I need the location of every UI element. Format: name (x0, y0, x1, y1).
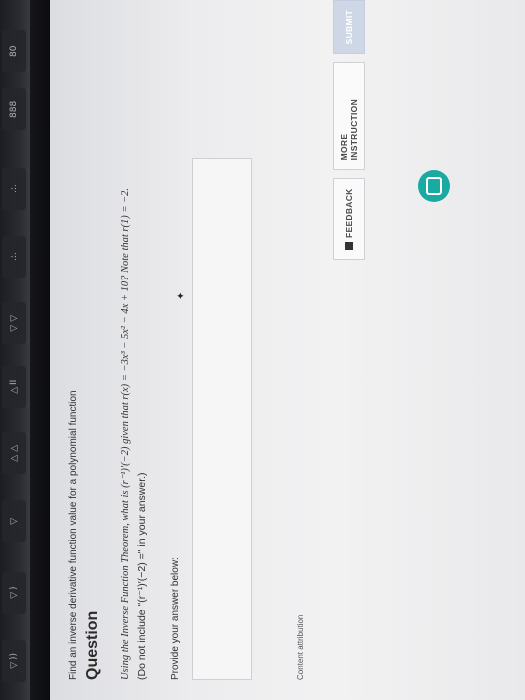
function-key: 888 (2, 88, 26, 130)
laptop-keyboard: 80 888 .:. .:. ◁◁ ▷II ▷▷ ◁ ◁) ◁)) (0, 0, 30, 700)
question-text: Using the Inverse Function Theorem, what… (118, 0, 150, 680)
function-key: ◁◁ (2, 302, 26, 344)
more-instruction-label: MORE INSTRUCTION (339, 98, 359, 161)
breadcrumb: Find an inverse derivative function valu… (68, 390, 79, 680)
function-key: .:. (2, 236, 26, 278)
more-instruction-button[interactable]: MORE INSTRUCTION (333, 62, 365, 171)
answer-prompt: Provide your answer below: (170, 557, 181, 680)
function-key: ◁ (2, 500, 26, 542)
chat-icon (426, 177, 442, 195)
feedback-button[interactable]: FEEDBACK (333, 178, 365, 260)
mouse-pointer-icon: ✦ (176, 291, 187, 300)
submit-label: SUBMIT (344, 10, 354, 45)
chat-bubble-icon[interactable] (418, 170, 450, 202)
question-note: (Do not include "(r⁻¹)′(−2) =" in your a… (136, 472, 148, 680)
function-key: ▷II (2, 366, 26, 408)
function-key: ▷▷ (2, 432, 26, 474)
function-key: ◁)) (2, 640, 26, 682)
screen-bezel (30, 0, 50, 700)
action-buttons: FEEDBACK MORE INSTRUCTION SUBMIT (333, 0, 365, 260)
page-title: Question (84, 610, 101, 680)
function-key: 80 (2, 30, 26, 72)
question-page: Find an inverse derivative function valu… (58, 0, 478, 690)
flag-icon (345, 242, 353, 250)
submit-button[interactable]: SUBMIT (333, 0, 365, 55)
browser-screen: Find an inverse derivative function valu… (50, 0, 525, 700)
question-line: Using the Inverse Function Theorem, what… (120, 187, 131, 680)
function-key: ◁) (2, 572, 26, 614)
feedback-label: FEEDBACK (344, 188, 354, 238)
answer-input[interactable] (192, 158, 252, 680)
content-attribution-link[interactable]: Content attribution (296, 615, 305, 680)
function-key: .:. (2, 168, 26, 210)
